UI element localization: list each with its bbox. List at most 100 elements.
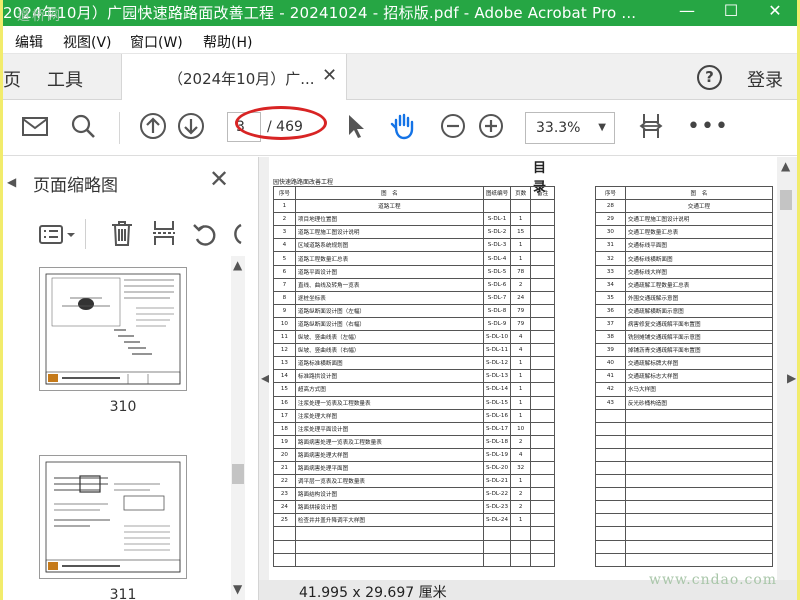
toc-cell: S-DL-17 [482, 421, 512, 436]
toc-row: 34 交通疏解工程数量汇总表 [595, 277, 774, 292]
toc-row: 17 注浆处理大样图 S-DL-16 1 [273, 408, 555, 423]
toc-cell [595, 513, 626, 528]
thumbnail-page-number: 311 [109, 587, 137, 600]
minimize-button[interactable]: — [665, 0, 709, 24]
zoom-level-select[interactable]: 33.3% ▼ [525, 112, 615, 144]
page-subtitle: 园快速路路面改善工程 [273, 179, 334, 186]
toc-header-cell: 页数 [510, 185, 532, 201]
toc-cell: 2 [510, 277, 532, 292]
thumbnail-options-icon[interactable] [39, 223, 77, 247]
toc-cell: S-DL-9 [482, 316, 512, 332]
document-scrollbar[interactable]: ▲ [777, 157, 795, 581]
tab-home[interactable]: 页 [3, 66, 21, 92]
tab-tools[interactable]: 工具 [47, 66, 83, 92]
toc-cell: 3 [273, 225, 296, 240]
panel-close-icon[interactable]: ✕ [209, 165, 229, 193]
toc-cell [530, 408, 555, 423]
toc-cell: 19 [273, 434, 296, 449]
menu-window[interactable]: 窗口(W) [130, 32, 183, 52]
hand-tool-icon[interactable] [387, 110, 419, 142]
pdf-page: 目录 园快速路路面改善工程 序号图 名图纸编号 页数 备注 1 道路工程 2 项目地理位置图… [269, 157, 777, 581]
toc-cell: 1 [510, 369, 532, 384]
document-view[interactable]: ◀ 目录 园快速路路面改善工程 序号图 名图纸编号 页数 备注 1 道路工程 2 项目地理位… [259, 157, 797, 600]
toc-row: 38 铣刨摊铺交通疏解平面示意图 [595, 330, 774, 345]
toc-cell: 项目地理位置图 [294, 212, 484, 227]
toc-cell: 8 [273, 290, 296, 305]
toc-cell: S-DL-2 [482, 225, 512, 240]
toc-cell [482, 539, 512, 554]
zoom-in-icon[interactable] [475, 110, 507, 142]
login-button[interactable]: 登录 [747, 66, 783, 92]
expand-right-panel-icon[interactable]: ▶ [787, 371, 796, 385]
page-thumbnail[interactable] [39, 267, 187, 391]
rotate-counterclockwise-icon[interactable] [191, 221, 219, 247]
toc-row: 6 道路平面设计图 S-DL-5 78 [273, 264, 555, 279]
toc-cell [294, 526, 484, 541]
toc-header-row: 序号图 名 [595, 185, 774, 201]
previous-page-icon[interactable] [137, 110, 169, 142]
toc-cell: 1 [273, 199, 296, 214]
toc-cell: S-DL-3 [482, 238, 512, 253]
toc-header-cell: 图纸编号 [482, 185, 512, 201]
toc-cell [624, 447, 774, 462]
menu-view[interactable]: 视图(V) [63, 32, 112, 52]
chevron-down-icon: ▼ [598, 122, 606, 133]
toc-table-left: 序号图 名图纸编号 页数 备注 1 道路工程 2 项目地理位置图 S-DL-1 1 3 道路工程施工… [273, 185, 555, 567]
scrollbar-thumb[interactable] [232, 464, 244, 484]
toc-cell [595, 526, 626, 541]
thumbnails-scrollbar[interactable] [231, 256, 245, 600]
toc-cell: 13 [273, 356, 296, 371]
toc-cell: 4 [510, 343, 532, 358]
next-page-icon[interactable] [175, 110, 207, 142]
thumbnail-page-number: 310 [109, 399, 137, 415]
email-icon[interactable] [19, 110, 51, 142]
toc-cell: 29 [595, 212, 626, 227]
toc-cell: S-DL-15 [482, 395, 512, 410]
toc-row: 9 道路纵断面设计图（左幅） S-DL-8 79 [273, 303, 555, 318]
toc-row: 37 病害修复交通疏解平面布置图 [595, 316, 774, 332]
toc-cell: 6 [273, 264, 296, 279]
maximize-button[interactable]: ☐ [709, 0, 753, 24]
toc-cell: 18 [273, 421, 296, 436]
toc-cell: 交通疏解工程数量汇总表 [624, 277, 774, 292]
toc-row: 12 纵坡、竖曲线表（右幅） S-DL-11 4 [273, 343, 555, 358]
toc-row [595, 500, 774, 515]
help-icon[interactable]: ? [697, 65, 722, 90]
toc-cell: 反光砂桶构造图 [624, 395, 774, 410]
menu-edit[interactable]: 编辑 [15, 32, 43, 52]
search-icon[interactable] [67, 110, 99, 142]
toc-cell: S-DL-14 [482, 382, 512, 397]
tab-close-icon[interactable]: ✕ [322, 65, 337, 86]
extract-page-icon[interactable] [151, 219, 177, 247]
toc-cell [530, 303, 555, 318]
scroll-up-icon[interactable]: ▲ [781, 159, 790, 173]
select-cursor-icon[interactable] [339, 110, 371, 142]
scroll-up-icon[interactable]: ▲ [233, 258, 242, 272]
more-options-icon[interactable]: ••• [687, 114, 729, 139]
fit-page-icon[interactable] [635, 110, 667, 142]
scroll-down-icon[interactable]: ▼ [233, 582, 242, 596]
toc-cell: 43 [595, 395, 626, 410]
toc-cell [530, 395, 555, 410]
toc-cell [595, 552, 626, 567]
toc-cell: 10 [273, 316, 296, 332]
zoom-out-icon[interactable] [437, 110, 469, 142]
toc-cell [482, 199, 512, 214]
toc-cell: 15 [273, 382, 296, 397]
toc-cell: 34 [595, 277, 626, 292]
toc-cell: S-DL-13 [482, 369, 512, 384]
menu-help[interactable]: 帮助(H) [203, 32, 252, 52]
toc-row: 24 路面拼接设计图 S-DL-23 2 [273, 500, 555, 515]
close-window-button[interactable]: ✕ [753, 0, 797, 24]
rotate-clockwise-icon[interactable] [229, 221, 243, 247]
panel-collapse-icon[interactable]: ◀ [7, 175, 16, 189]
toc-row: 16 注浆处理一览表及工程数量表 S-DL-15 1 [273, 395, 555, 410]
toc-cell: 20 [273, 447, 296, 462]
delete-page-icon[interactable] [109, 219, 135, 247]
page-thumbnail[interactable] [39, 455, 187, 579]
scrollbar-thumb[interactable] [780, 190, 792, 210]
toc-cell [624, 552, 774, 567]
toc-cell: 注浆处理大样图 [294, 408, 484, 423]
toc-cell: 9 [273, 303, 296, 318]
tab-document[interactable]: （2024年10月）广... ✕ [121, 54, 347, 100]
